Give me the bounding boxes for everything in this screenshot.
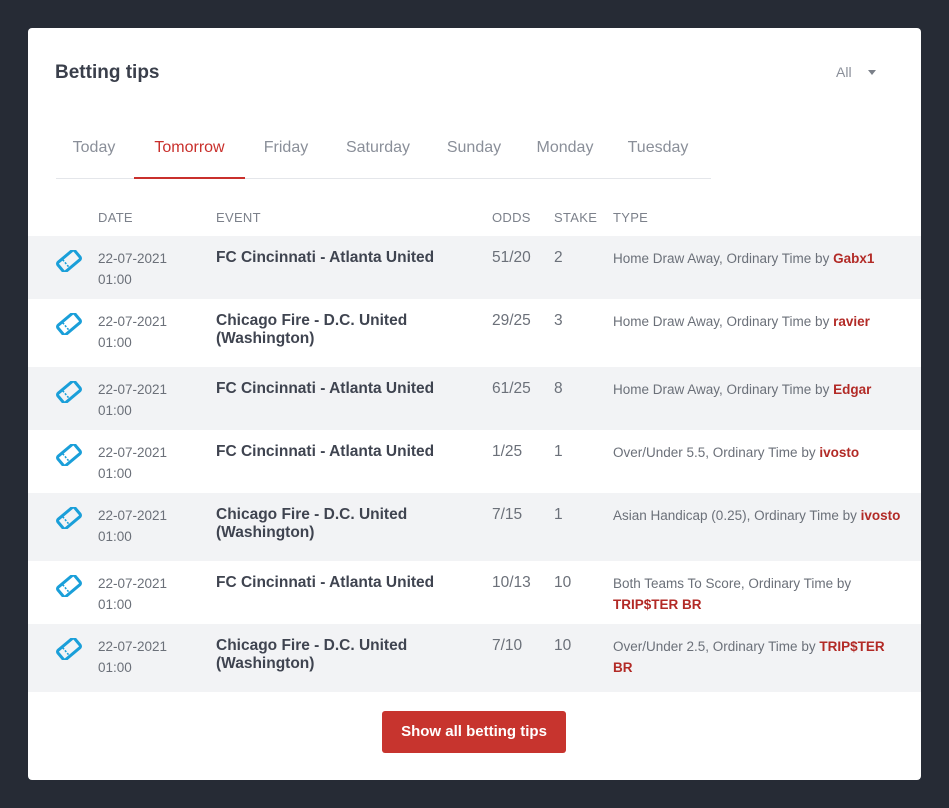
day-tabs: Today Tomorrow Friday Saturday Sunday Mo… bbox=[56, 128, 711, 179]
row-user-link[interactable]: ivosto bbox=[861, 508, 901, 523]
row-type: Asian Handicap (0.25), Ordinary Time by … bbox=[613, 505, 903, 526]
row-stake: 10 bbox=[554, 574, 572, 591]
row-odds: 61/25 bbox=[492, 380, 531, 397]
row-type-text: Both Teams To Score, Ordinary Time by bbox=[613, 576, 852, 591]
row-date: 22-07-2021 bbox=[98, 445, 168, 460]
ticket-icon bbox=[56, 575, 82, 597]
row-date: 22-07-2021 bbox=[98, 314, 168, 329]
row-time: 01:00 bbox=[98, 335, 132, 350]
row-event[interactable]: FC Cincinnati - Atlanta United bbox=[216, 443, 476, 461]
column-header-event: EVENT bbox=[216, 210, 261, 225]
card-title: Betting tips bbox=[55, 62, 160, 83]
ticket-icon bbox=[56, 381, 82, 403]
row-type: Home Draw Away, Ordinary Time by ravier bbox=[613, 311, 903, 332]
row-datetime: 22-07-2021 01:00 bbox=[98, 442, 167, 484]
column-header-stake: STAKE bbox=[554, 210, 598, 225]
row-event[interactable]: FC Cincinnati - Atlanta United bbox=[216, 380, 476, 398]
row-time: 01:00 bbox=[98, 272, 132, 287]
row-odds: 51/20 bbox=[492, 249, 531, 266]
show-all-betting-tips-button[interactable]: Show all betting tips bbox=[382, 711, 566, 753]
row-stake: 2 bbox=[554, 249, 563, 266]
row-datetime: 22-07-2021 01:00 bbox=[98, 248, 167, 290]
tab-today[interactable]: Today bbox=[56, 128, 132, 177]
column-header-type: TYPE bbox=[613, 210, 649, 225]
row-stake: 1 bbox=[554, 443, 563, 460]
tab-saturday[interactable]: Saturday bbox=[334, 128, 422, 177]
row-stake: 8 bbox=[554, 380, 563, 397]
table-row[interactable]: 22-07-2021 01:00 Chicago Fire - D.C. Unit… bbox=[28, 493, 921, 561]
column-header-date: DATE bbox=[98, 210, 133, 225]
caret-down-icon bbox=[867, 69, 876, 75]
filter-dropdown[interactable]: All bbox=[836, 64, 876, 80]
row-event[interactable]: Chicago Fire - D.C. United (Washington) bbox=[216, 312, 476, 348]
table-row[interactable]: 22-07-2021 01:00 Chicago Fire - D.C. Unit… bbox=[28, 299, 921, 367]
row-user-link[interactable]: ravier bbox=[833, 314, 870, 329]
row-event[interactable]: Chicago Fire - D.C. United (Washington) bbox=[216, 637, 476, 673]
row-odds: 7/15 bbox=[492, 506, 523, 523]
row-odds: 1/25 bbox=[492, 443, 523, 460]
row-stake: 10 bbox=[554, 637, 572, 654]
row-type: Over/Under 5.5, Ordinary Time by ivosto bbox=[613, 442, 903, 463]
row-datetime: 22-07-2021 01:00 bbox=[98, 636, 167, 678]
tab-friday[interactable]: Friday bbox=[252, 128, 320, 177]
row-event[interactable]: Chicago Fire - D.C. United (Washington) bbox=[216, 506, 476, 542]
row-datetime: 22-07-2021 01:00 bbox=[98, 573, 167, 615]
row-type-text: Over/Under 2.5, Ordinary Time by bbox=[613, 639, 816, 654]
tab-tuesday[interactable]: Tuesday bbox=[618, 128, 698, 177]
row-time: 01:00 bbox=[98, 660, 132, 675]
row-datetime: 22-07-2021 01:00 bbox=[98, 311, 167, 353]
row-stake: 3 bbox=[554, 312, 563, 329]
row-event[interactable]: FC Cincinnati - Atlanta United bbox=[216, 249, 476, 267]
betting-tips-card: Betting tips All Today Tomorrow Friday S… bbox=[28, 28, 921, 780]
tab-sunday[interactable]: Sunday bbox=[436, 128, 512, 177]
row-type-text: Asian Handicap (0.25), Ordinary Time by bbox=[613, 508, 857, 523]
row-type: Both Teams To Score, Ordinary Time by TR… bbox=[613, 573, 903, 615]
row-type-text: Home Draw Away, Ordinary Time by bbox=[613, 382, 830, 397]
tab-monday[interactable]: Monday bbox=[526, 128, 604, 177]
row-datetime: 22-07-2021 01:00 bbox=[98, 505, 167, 547]
row-time: 01:00 bbox=[98, 403, 132, 418]
row-type-text: Over/Under 5.5, Ordinary Time by bbox=[613, 445, 816, 460]
table-row[interactable]: 22-07-2021 01:00 FC Cincinnati - Atlanta … bbox=[28, 561, 921, 624]
row-user-link[interactable]: Edgar bbox=[833, 382, 871, 397]
row-time: 01:00 bbox=[98, 529, 132, 544]
table-row[interactable]: 22-07-2021 01:00 FC Cincinnati - Atlanta … bbox=[28, 367, 921, 430]
row-odds: 29/25 bbox=[492, 312, 531, 329]
row-time: 01:00 bbox=[98, 466, 132, 481]
row-time: 01:00 bbox=[98, 597, 132, 612]
row-type: Over/Under 2.5, Ordinary Time by TRIP$TE… bbox=[613, 636, 903, 678]
ticket-icon bbox=[56, 507, 82, 529]
row-odds: 10/13 bbox=[492, 574, 531, 591]
tab-tomorrow[interactable]: Tomorrow bbox=[134, 128, 245, 179]
ticket-icon bbox=[56, 638, 82, 660]
table-row[interactable]: 22-07-2021 01:00 Chicago Fire - D.C. Unit… bbox=[28, 624, 921, 692]
row-date: 22-07-2021 bbox=[98, 382, 168, 397]
table-row[interactable]: 22-07-2021 01:00 FC Cincinnati - Atlanta … bbox=[28, 236, 921, 299]
row-type-text: Home Draw Away, Ordinary Time by bbox=[613, 314, 830, 329]
column-header-odds: ODDS bbox=[492, 210, 531, 225]
row-date: 22-07-2021 bbox=[98, 639, 168, 654]
row-date: 22-07-2021 bbox=[98, 508, 168, 523]
row-type-text: Home Draw Away, Ordinary Time by bbox=[613, 251, 830, 266]
ticket-icon bbox=[56, 313, 82, 335]
row-user-link[interactable]: Gabx1 bbox=[833, 251, 874, 266]
ticket-icon bbox=[56, 444, 82, 466]
row-stake: 1 bbox=[554, 506, 563, 523]
row-event[interactable]: FC Cincinnati - Atlanta United bbox=[216, 574, 476, 592]
row-datetime: 22-07-2021 01:00 bbox=[98, 379, 167, 421]
row-type: Home Draw Away, Ordinary Time by Gabx1 bbox=[613, 248, 903, 269]
row-user-link[interactable]: ivosto bbox=[819, 445, 859, 460]
row-user-link[interactable]: TRIP$TER BR bbox=[613, 597, 702, 612]
row-date: 22-07-2021 bbox=[98, 576, 168, 591]
row-date: 22-07-2021 bbox=[98, 251, 168, 266]
table-row[interactable]: 22-07-2021 01:00 FC Cincinnati - Atlanta … bbox=[28, 430, 921, 493]
row-odds: 7/10 bbox=[492, 637, 523, 654]
filter-label: All bbox=[836, 64, 852, 80]
row-type: Home Draw Away, Ordinary Time by Edgar bbox=[613, 379, 903, 400]
ticket-icon bbox=[56, 250, 82, 272]
